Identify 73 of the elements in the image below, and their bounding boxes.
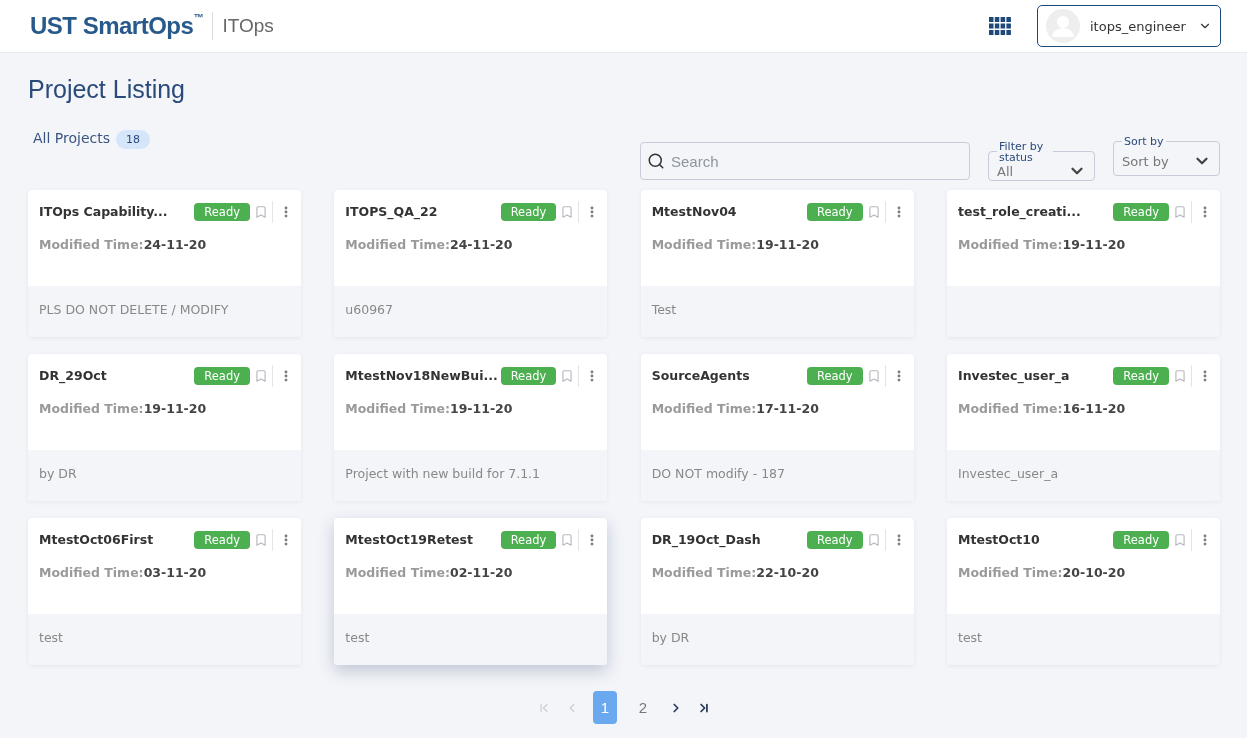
modified-time: Modified Time:03-11-20 <box>39 565 208 580</box>
project-card[interactable]: MtestOct19Retest Ready Modified Time:02-11-20 test <box>334 518 608 665</box>
status-badge: Ready <box>500 202 557 221</box>
modified-time: Modified Time:16-11-20 <box>958 401 1127 416</box>
sort-dropdown[interactable]: Sort by Sort by <box>1113 136 1220 176</box>
modified-time: Modified Time:17-11-20 <box>651 401 820 416</box>
project-description: Project with new build for 7.1.1 <box>345 466 541 481</box>
project-card[interactable]: MtestNov04 Ready Modified Time:19-11-20 Test <box>640 190 914 337</box>
project-card[interactable]: test_role_creati... Ready Modified Time:19-11-20 <box>947 190 1220 337</box>
product-name: ITOps <box>222 15 274 37</box>
project-name: MtestOct10 <box>958 532 1041 547</box>
modified-time: Modified Time:22-10-20 <box>651 565 820 580</box>
project-card[interactable]: SourceAgents Ready Modified Time:17-11-20 DO NOT modify - 187 <box>640 354 914 501</box>
project-name: MtestNov04 <box>651 204 738 219</box>
project-description: Test <box>651 302 677 317</box>
project-name: ITOps Capability... <box>39 204 169 219</box>
project-card[interactable]: MtestOct10 Ready Modified Time:20-10-20 test <box>947 518 1220 665</box>
modified-time: Modified Time:24-11-20 <box>345 237 514 252</box>
project-card[interactable]: DR_29Oct Ready Modified Time:19-11-20 by DR <box>28 354 301 501</box>
status-badge: Ready <box>500 530 557 549</box>
status-filter-dropdown[interactable]: Filter by status All <box>988 140 1095 181</box>
search-icon <box>647 152 665 170</box>
status-badge: Ready <box>194 530 250 549</box>
project-description: by DR <box>651 630 690 645</box>
project-description: u60967 <box>345 302 393 317</box>
page-number[interactable]: 2 <box>631 691 655 724</box>
project-name: SourceAgents <box>651 368 751 383</box>
user-menu-button[interactable]: itops_engineer <box>1037 5 1221 47</box>
project-name: DR_19Oct_Dash <box>651 532 762 547</box>
project-description: Investec_user_a <box>958 466 1059 481</box>
project-name: MtestOct06First <box>39 532 155 547</box>
search-field[interactable]: Search <box>669 151 963 171</box>
project-card[interactable]: MtestOct06First Ready Modified Time:03-11-20 test <box>28 518 301 665</box>
project-count: 18 <box>116 130 150 149</box>
trademark: ™ <box>193 12 204 23</box>
app-grid-icon[interactable] <box>989 17 1011 35</box>
all-projects-label: All Projects <box>33 130 110 146</box>
status-badge: Ready <box>806 366 863 385</box>
modified-time: Modified Time:19-11-20 <box>958 237 1127 252</box>
modified-time: Modified Time:24-11-20 <box>39 237 208 252</box>
project-name: MtestNov18NewBui... <box>345 368 499 383</box>
project-description: by DR <box>39 466 77 481</box>
project-description: test <box>39 630 63 645</box>
project-description: test <box>958 630 982 645</box>
project-description: test <box>345 630 370 645</box>
page-title: Project Listing <box>28 75 187 104</box>
search-box[interactable]: Search <box>640 142 970 180</box>
project-card[interactable]: MtestNov18NewBui... Ready Modified Time:19-11-20 Project with new build for 7.1.1 <box>334 354 608 501</box>
status-badge: Ready <box>1113 366 1169 385</box>
modified-time: Modified Time:20-10-20 <box>958 565 1127 580</box>
modified-time: Modified Time:19-11-20 <box>345 401 514 416</box>
project-card[interactable]: Investec_user_a Ready Modified Time:16-11-20 Investec_user_a <box>947 354 1220 501</box>
project-card[interactable]: ITOps Capability... Ready Modified Time:24-11-20 PLS DO NOT DELETE / MODIFY <box>28 190 301 337</box>
status-badge: Ready <box>806 530 863 549</box>
project-name: ITOPS_QA_22 <box>345 204 439 219</box>
status-badge: Ready <box>500 366 557 385</box>
modified-time: Modified Time:02-11-20 <box>345 565 514 580</box>
project-card[interactable]: ITOPS_QA_22 Ready Modified Time:24-11-20 u60967 <box>334 190 608 337</box>
project-card[interactable]: DR_19Oct_Dash Ready Modified Time:22-10-20 by DR <box>640 518 914 665</box>
brand-logo: UST SmartOps <box>30 12 194 40</box>
status-badge: Ready <box>194 202 250 221</box>
project-name: DR_29Oct <box>39 368 108 383</box>
project-name: Investec_user_a <box>958 368 1071 383</box>
status-badge: Ready <box>1113 530 1169 549</box>
project-description: DO NOT modify - 187 <box>651 466 786 481</box>
status-badge: Ready <box>1113 202 1169 221</box>
status-badge: Ready <box>194 366 250 385</box>
project-name: MtestOct19Retest <box>345 532 474 547</box>
project-description: PLS DO NOT DELETE / MODIFY <box>39 302 229 317</box>
modified-time: Modified Time:19-11-20 <box>39 401 208 416</box>
project-name: test_role_creati... <box>958 204 1082 219</box>
status-badge: Ready <box>806 202 863 221</box>
modified-time: Modified Time:19-11-20 <box>651 237 820 252</box>
